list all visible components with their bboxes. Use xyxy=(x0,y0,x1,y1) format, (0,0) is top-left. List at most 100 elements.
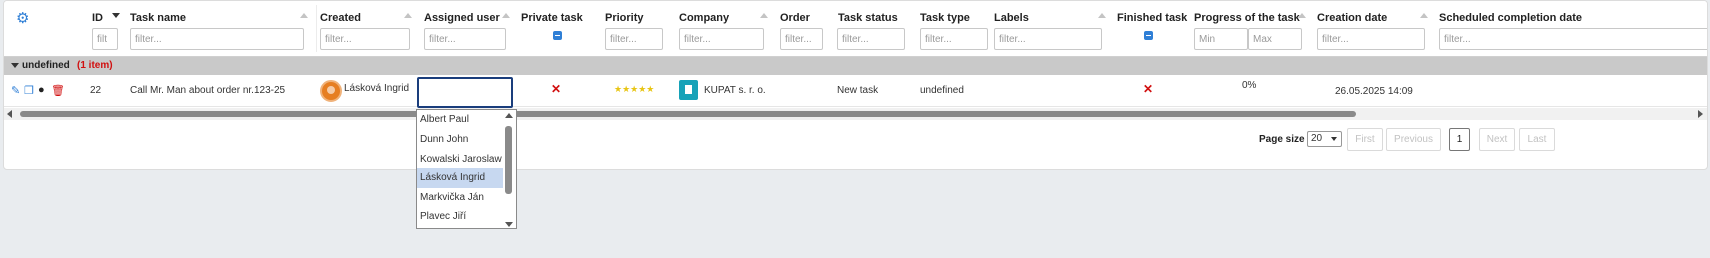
creation-date-filter-input[interactable] xyxy=(1317,28,1425,50)
last-page-button[interactable]: Last xyxy=(1519,128,1555,151)
sort-icon[interactable] xyxy=(760,13,768,18)
cell-task-type: undefined xyxy=(920,85,964,96)
dropdown-scroll-thumb[interactable] xyxy=(505,126,512,194)
previous-page-button[interactable]: Previous xyxy=(1386,128,1441,151)
cell-progress: 0% xyxy=(1242,80,1257,91)
horizontal-scrollbar[interactable] xyxy=(4,108,1707,120)
column-creation-date-label: Creation date xyxy=(1317,12,1388,24)
column-task-status-label: Task status xyxy=(838,12,898,24)
column-labels-label: Labels xyxy=(994,12,1029,24)
cell-created-by: Lásková Ingrid xyxy=(344,83,410,94)
scroll-right-icon[interactable] xyxy=(1698,110,1703,118)
sort-desc-icon[interactable] xyxy=(112,13,120,18)
column-progress[interactable]: Progress of the task xyxy=(1190,1,1310,57)
column-task-type-label: Task type xyxy=(920,12,970,24)
private-task-no-icon: ✕ xyxy=(551,82,562,96)
grid-header: ⚙ ID Task name Created Assigned user Pri… xyxy=(4,1,1707,57)
dropdown-option[interactable]: Dunn John xyxy=(417,130,503,150)
task-name-filter-input[interactable] xyxy=(130,28,304,50)
dropdown-option[interactable]: Kowalski Jaroslaw xyxy=(417,150,503,170)
next-page-button[interactable]: Next xyxy=(1479,128,1515,151)
assigned-user-select[interactable] xyxy=(417,77,513,108)
dropdown-option[interactable]: Markvička Ján xyxy=(417,188,503,208)
scrollbar-thumb[interactable] xyxy=(20,111,1356,117)
column-assigned-user-label: Assigned user xyxy=(424,12,500,24)
labels-filter-input[interactable] xyxy=(994,28,1102,50)
delete-icon[interactable]: 🗑 xyxy=(51,84,65,97)
created-filter-input[interactable] xyxy=(320,28,410,50)
column-private-task-label: Private task xyxy=(521,12,583,24)
column-priority-label: Priority xyxy=(605,12,644,24)
dropdown-scrollbar[interactable] xyxy=(504,113,514,227)
sort-icon[interactable] xyxy=(300,13,308,18)
company-filter-input[interactable] xyxy=(679,28,764,50)
column-private-task[interactable]: Private task xyxy=(517,1,599,57)
column-creation-date[interactable]: Creation date xyxy=(1313,1,1433,57)
cell-creation-date: 26.05.2025 14:09 xyxy=(1335,86,1413,97)
column-labels[interactable]: Labels xyxy=(990,1,1110,57)
column-order-label: Order xyxy=(780,12,810,24)
column-finished-task[interactable]: Finished task xyxy=(1113,1,1189,57)
column-task-name[interactable]: Task name xyxy=(126,1,316,57)
task-type-filter-input[interactable] xyxy=(920,28,988,50)
sort-icon[interactable] xyxy=(404,13,412,18)
dropdown-option[interactable]: Albert Paul xyxy=(417,110,503,130)
priority-stars: ★★★★★ xyxy=(614,84,655,94)
first-page-button[interactable]: First xyxy=(1347,128,1383,151)
sort-icon[interactable] xyxy=(1420,13,1428,18)
task-status-filter-input[interactable] xyxy=(837,28,905,50)
group-name: undefined xyxy=(22,60,70,71)
edit-icon[interactable]: ✎ xyxy=(11,84,20,97)
column-priority[interactable]: Priority xyxy=(601,1,671,57)
avatar xyxy=(320,80,342,102)
scroll-left-icon[interactable] xyxy=(7,110,12,118)
column-id[interactable]: ID xyxy=(88,1,126,57)
column-scheduled-completion-label: Scheduled completion date xyxy=(1439,12,1583,24)
dropdown-option-selected[interactable]: Lásková Ingrid xyxy=(417,168,503,188)
cell-task-status: New task xyxy=(837,85,879,96)
finished-task-no-icon: ✕ xyxy=(1143,82,1154,96)
dropdown-option[interactable]: Plavec Jiří xyxy=(417,207,503,227)
page-size-label: Page size xyxy=(1259,134,1305,145)
table-row[interactable]: ✎ ❐ ● 🗑 22 Call Mr. Man about order nr.1… xyxy=(4,75,1707,108)
column-finished-task-label: Finished task xyxy=(1117,12,1188,24)
column-company-label: Company xyxy=(679,12,730,24)
priority-filter-input[interactable] xyxy=(605,28,663,50)
info-icon[interactable]: ● xyxy=(38,84,45,96)
order-filter-input[interactable] xyxy=(780,28,823,50)
column-task-type[interactable]: Task type xyxy=(916,1,991,57)
cell-company[interactable]: KUPAT s. r. o. xyxy=(704,85,766,96)
finished-task-filter-checkbox[interactable] xyxy=(1144,31,1153,40)
cell-task-name[interactable]: Call Mr. Man about order nr.123-25 xyxy=(130,85,285,96)
column-assigned-user[interactable]: Assigned user xyxy=(420,1,514,57)
scroll-down-icon[interactable] xyxy=(505,222,513,227)
cell-id: 22 xyxy=(90,85,102,96)
sort-icon[interactable] xyxy=(502,13,510,18)
copy-icon[interactable]: ❐ xyxy=(24,84,34,97)
column-created-label: Created xyxy=(320,12,361,24)
assigned-user-filter-input[interactable] xyxy=(424,28,506,50)
column-scheduled-completion[interactable]: Scheduled completion date xyxy=(1435,1,1707,57)
column-created[interactable]: Created xyxy=(316,1,418,57)
assigned-user-dropdown[interactable]: Albert Paul Dunn John Kowalski Jaroslaw … xyxy=(416,109,517,229)
id-filter-input[interactable] xyxy=(92,28,118,50)
progress-min-input[interactable] xyxy=(1194,28,1248,50)
progress-max-input[interactable] xyxy=(1248,28,1302,50)
column-task-name-label: Task name xyxy=(130,12,187,24)
group-count: (1 item) xyxy=(77,60,113,71)
collapse-caret-icon[interactable] xyxy=(11,63,19,68)
page-size-select[interactable]: 20 xyxy=(1307,131,1342,147)
sort-icon[interactable] xyxy=(1298,13,1306,18)
group-row[interactable]: undefined (1 item) xyxy=(4,57,1707,75)
column-order[interactable]: Order xyxy=(776,1,826,57)
current-page-button[interactable]: 1 xyxy=(1449,128,1470,151)
column-company[interactable]: Company xyxy=(675,1,774,57)
settings-gear-icon[interactable]: ⚙ xyxy=(16,9,29,27)
private-task-filter-checkbox[interactable] xyxy=(553,31,562,40)
column-progress-label: Progress of the task xyxy=(1194,12,1300,24)
sort-icon[interactable] xyxy=(1098,13,1106,18)
column-task-status[interactable]: Task status xyxy=(834,1,914,57)
scheduled-completion-filter-input[interactable] xyxy=(1439,28,1707,50)
scroll-up-icon[interactable] xyxy=(505,113,513,118)
task-grid: ⚙ ID Task name Created Assigned user Pri… xyxy=(3,0,1708,170)
